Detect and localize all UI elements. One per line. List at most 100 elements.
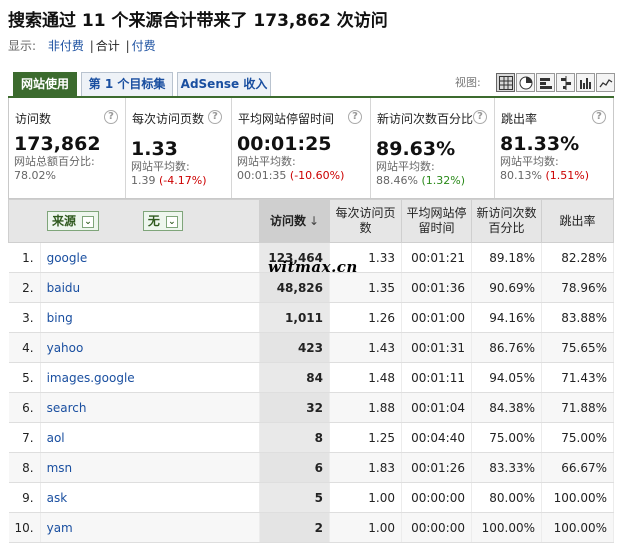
view-compare-button[interactable]: [556, 73, 575, 92]
cell-pages-per-visit: 1.25: [329, 422, 402, 453]
column-avg-time[interactable]: 平均网站停留时间: [401, 199, 472, 243]
help-icon[interactable]: ?: [348, 110, 362, 124]
sort-desc-icon: ↓: [308, 213, 320, 228]
cell-visits: 423: [259, 332, 330, 363]
row-index: 8.: [8, 452, 41, 483]
tab-site-usage[interactable]: 网站使用: [13, 72, 77, 97]
metric-compare: 88.46% (1.32%): [376, 174, 465, 187]
table-row: 10. yam 2 1.00 00:00:00 100.00% 100.00%: [8, 512, 614, 543]
cell-avg-time: 00:01:04: [401, 392, 472, 423]
column-visits[interactable]: 访问数 ↓: [259, 199, 330, 243]
cell-visits: 32: [259, 392, 330, 423]
row-index: 1.: [8, 242, 41, 273]
cell-visits: 5: [259, 482, 330, 513]
row-index: 6.: [8, 392, 41, 423]
view-pie-button[interactable]: [516, 73, 535, 92]
cell-pages-per-visit: 1.83: [329, 452, 402, 483]
source-table: 来源 ⌄ 无 ⌄ 访问数 ↓ 每次访问页数 平均网站停留时间 新访问次数百分比 跳出率…: [8, 199, 614, 543]
row-index: 5.: [8, 362, 41, 393]
metric-compare: 1.39 (-4.17%): [131, 174, 207, 187]
help-icon[interactable]: ?: [208, 110, 222, 124]
source-link[interactable]: google: [40, 242, 261, 273]
tab-goal-set-1[interactable]: 第 1 个目标集: [81, 72, 173, 97]
source-link[interactable]: yam: [40, 512, 261, 543]
column-new-visits[interactable]: 新访问次数百分比: [471, 199, 542, 243]
metric-label: 新访问次数百分比: [377, 112, 474, 126]
table-row: 6. search 32 1.88 00:01:04 84.38% 71.88%: [8, 392, 614, 423]
watermark: witmax.cn: [268, 258, 358, 276]
column-bounce-rate[interactable]: 跳出率: [541, 199, 614, 243]
chevron-down-icon: ⌄: [82, 215, 95, 228]
metric-label: 访问数: [15, 112, 52, 126]
page-title: 搜索通过 11 个来源合计带来了 173,862 次访问: [8, 11, 388, 31]
cell-new-visits: 75.00%: [471, 422, 542, 453]
source-link[interactable]: yahoo: [40, 332, 261, 363]
metric-compare: 78.02%: [14, 169, 56, 182]
cell-new-visits: 89.18%: [471, 242, 542, 273]
cell-bounce-rate: 82.28%: [541, 242, 614, 273]
filter-paid[interactable]: 付费: [132, 39, 156, 53]
pie-icon: [519, 76, 533, 90]
metric-label: 跳出率: [501, 112, 538, 126]
cell-avg-time: 00:01:26: [401, 452, 472, 483]
cell-avg-time: 00:01:31: [401, 332, 472, 363]
secondary-dimension-select[interactable]: 无 ⌄: [142, 211, 183, 231]
table-header-row: 来源 ⌄ 无 ⌄ 访问数 ↓ 每次访问页数 平均网站停留时间 新访问次数百分比 跳出率: [8, 199, 614, 243]
table-icon: [499, 76, 513, 90]
cell-pages-per-visit: 1.00: [329, 512, 402, 543]
cell-bounce-rate: 71.88%: [541, 392, 614, 423]
metric-new-visits: 新访问次数百分比 ? 89.63% 网站平均数: 88.46% (1.32%): [371, 98, 495, 198]
cell-visits: 48,826: [259, 272, 330, 303]
metric-sub: 网站平均数:: [500, 155, 559, 168]
source-link[interactable]: search: [40, 392, 261, 423]
cell-new-visits: 94.05%: [471, 362, 542, 393]
cell-avg-time: 00:01:00: [401, 302, 472, 333]
source-link[interactable]: baidu: [40, 272, 261, 303]
help-icon[interactable]: ?: [104, 110, 118, 124]
performance-icon: [580, 78, 591, 89]
cell-new-visits: 80.00%: [471, 482, 542, 513]
source-link[interactable]: images.google: [40, 362, 261, 393]
source-link[interactable]: ask: [40, 482, 261, 513]
cell-avg-time: 00:01:21: [401, 242, 472, 273]
row-index: 10.: [8, 512, 41, 543]
metric-pages-per-visit: 每次访问页数 ? 1.33 网站平均数: 1.39 (-4.17%): [126, 98, 232, 198]
cell-avg-time: 00:01:11: [401, 362, 472, 393]
cell-avg-time: 00:00:00: [401, 482, 472, 513]
metric-label: 每次访问页数: [132, 112, 205, 126]
cell-bounce-rate: 100.00%: [541, 482, 614, 513]
view-trend-button[interactable]: [596, 73, 615, 92]
tab-adsense-revenue[interactable]: AdSense 收入: [177, 72, 271, 97]
display-label: 显示:: [8, 39, 37, 53]
table-row: 9. ask 5 1.00 00:00:00 80.00% 100.00%: [8, 482, 614, 513]
cell-avg-time: 00:04:40: [401, 422, 472, 453]
source-link[interactable]: msn: [40, 452, 261, 483]
cell-new-visits: 100.00%: [471, 512, 542, 543]
filter-organic[interactable]: 非付费: [48, 39, 84, 53]
dimension-header: 来源 ⌄ 无 ⌄: [8, 199, 260, 243]
primary-dimension-select[interactable]: 来源 ⌄: [47, 211, 100, 231]
summary-scorecard: 访问数 ? 173,862 网站总额百分比: 78.02% 每次访问页数 ? 1…: [8, 98, 614, 199]
source-link[interactable]: aol: [40, 422, 261, 453]
cell-pages-per-visit: 1.43: [329, 332, 402, 363]
cell-visits: 1,011: [259, 302, 330, 333]
metric-sub: 网站平均数:: [131, 160, 190, 173]
column-pages-per-visit[interactable]: 每次访问页数: [329, 199, 402, 243]
cell-pages-per-visit: 1.35: [329, 272, 402, 303]
metric-value: 00:01:25: [237, 133, 332, 155]
table-row: 5. images.google 84 1.48 00:01:11 94.05% 71.43…: [8, 362, 614, 393]
filter-total[interactable]: 合计: [96, 39, 120, 53]
metric-sub: 网站总额百分比:: [14, 155, 95, 168]
help-icon[interactable]: ?: [473, 110, 487, 124]
row-index: 9.: [8, 482, 41, 513]
row-index: 2.: [8, 272, 41, 303]
view-percent-button[interactable]: [536, 73, 555, 92]
view-performance-button[interactable]: [576, 73, 595, 92]
source-link[interactable]: bing: [40, 302, 261, 333]
metric-value: 89.63%: [376, 138, 456, 160]
cell-bounce-rate: 75.65%: [541, 332, 614, 363]
view-table-button[interactable]: [496, 73, 515, 92]
cell-bounce-rate: 100.00%: [541, 512, 614, 543]
cell-avg-time: 00:01:36: [401, 272, 472, 303]
help-icon[interactable]: ?: [592, 110, 606, 124]
